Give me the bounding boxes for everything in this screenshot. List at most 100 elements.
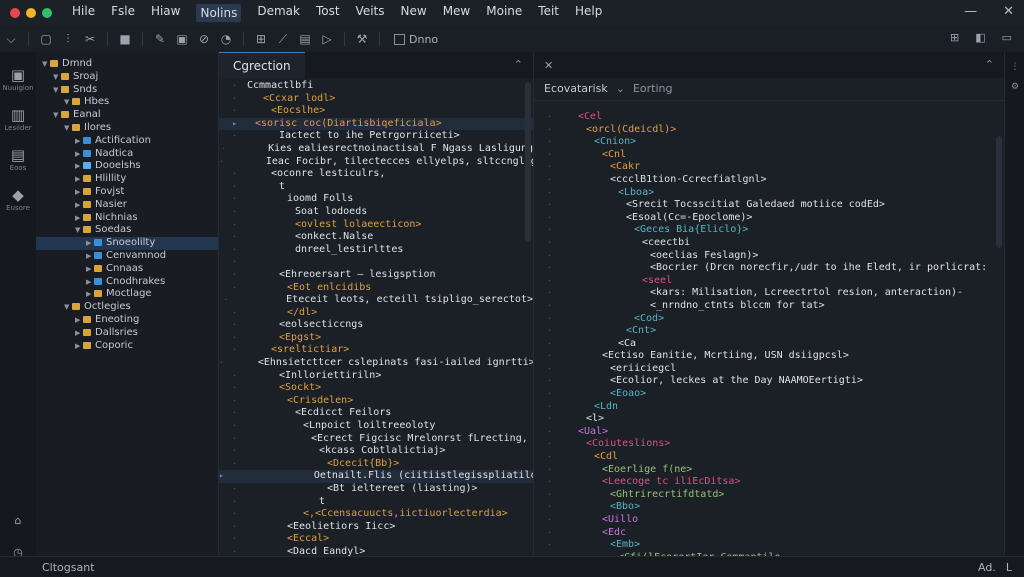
code-line[interactable]: · <Epgst> <box>219 332 533 345</box>
tree-item[interactable]: ▼ Sroaj <box>36 71 218 84</box>
tree-item[interactable]: ▼ Snds <box>36 84 218 97</box>
close-icon[interactable]: ✕ <box>1003 4 1014 19</box>
chevron-right-icon[interactable]: ▶ <box>86 263 94 276</box>
chevron-right-icon[interactable]: ▶ <box>75 135 83 148</box>
code-line[interactable]: · <Cakr <box>534 161 1004 174</box>
code-line[interactable]: · <Ectiso Eanitie, Mcrtiing, USN dsiigpcs… <box>534 350 1004 363</box>
code-view-right[interactable]: · <Cel · <orcl(Cdeicdl)> · <Cnion> · <Cnl · <Cakr… <box>534 101 1004 556</box>
chevron-right-icon[interactable]: ▶ <box>75 186 83 199</box>
tree-item[interactable]: ▶ Fovjst <box>36 186 218 199</box>
code-line[interactable]: · <kcass Cobtlalictiaj> <box>219 445 533 458</box>
tree-item[interactable]: ▶ Actification <box>36 135 218 148</box>
account-icon[interactable]: ⌂ <box>0 514 36 527</box>
minimize-icon[interactable]: — <box>964 4 977 19</box>
code-line[interactable]: · <Uillo <box>534 514 1004 527</box>
tree-item[interactable]: ▼ Dmnd <box>36 58 218 71</box>
tree-item[interactable]: ▶ Dallsries <box>36 327 218 340</box>
chevron-right-icon[interactable]: ▶ <box>75 314 83 327</box>
breadcrumb-item[interactable]: Ecovatarisk <box>544 78 608 100</box>
code-line[interactable]: · <Edc <box>534 527 1004 540</box>
pane-menu-icon[interactable]: ⌃ <box>514 58 523 71</box>
code-line[interactable]: · <Cdl <box>534 451 1004 464</box>
menu-item[interactable]: Hiaw <box>151 4 181 22</box>
menu-item[interactable]: Fsle <box>111 4 135 22</box>
chevron-down-icon[interactable]: ▼ <box>64 96 72 109</box>
bookmark-icon[interactable]: ■ <box>114 32 136 46</box>
code-line[interactable]: · t <box>219 181 533 194</box>
chevron-down-icon[interactable]: ▼ <box>64 301 72 314</box>
chevron-down-icon[interactable]: ▼ <box>53 71 61 84</box>
menu-item[interactable]: Hile <box>72 4 95 22</box>
tab-close-icon[interactable]: ✕ <box>534 59 553 72</box>
code-line[interactable]: · <Bocrier (Drcn norecfir,/udr to ihe Ele… <box>534 262 1004 275</box>
code-line[interactable]: · <ccclB1tion-Ccrecfiatlgnl> <box>534 174 1004 187</box>
status-item[interactable]: L <box>1006 561 1012 574</box>
code-line[interactable]: · <Srecit Tocsscitiat Galedaed motiice co… <box>534 199 1004 212</box>
code-line[interactable]: · <ovlest lolaeecticon> <box>219 219 533 232</box>
code-line[interactable]: · <Cnion> <box>534 136 1004 149</box>
collapse-icon[interactable]: ⌵ <box>0 32 22 47</box>
code-line[interactable]: · <eriiciegcl <box>534 363 1004 376</box>
code-line[interactable]: · <Eccal> <box>219 533 533 546</box>
compass-icon[interactable]: ⊘ <box>193 32 215 46</box>
code-line[interactable]: · <Eot enlcidibs <box>219 282 533 295</box>
edit-icon[interactable]: ✎ <box>149 32 171 46</box>
tools-icon[interactable]: ✂ <box>79 32 101 46</box>
menu-item[interactable]: Tost <box>316 4 340 22</box>
tree-item[interactable]: ▶ Hlillity <box>36 173 218 186</box>
menu-item[interactable]: Moine <box>486 4 522 22</box>
grid-icon[interactable]: ⊞ <box>950 31 959 44</box>
code-line[interactable]: · <kars: Milisation, Lcreectrtol resion, … <box>534 287 1004 300</box>
code-line[interactable]: · <Esoal(Cc=-Epoclome)> <box>534 212 1004 225</box>
code-line[interactable]: ▸ <sorisc coc(Diartisbiqeficiala> <box>219 117 533 131</box>
code-line[interactable]: · <box>219 256 533 269</box>
chevron-down-icon[interactable]: ⌄ <box>616 78 625 100</box>
activity-item[interactable]: ◆ Eusore <box>0 186 36 212</box>
pin-icon[interactable]: ◧ <box>975 31 985 44</box>
tree-item[interactable]: ▼ Hbes <box>36 96 218 109</box>
wrench-icon[interactable]: ⚒ <box>351 32 373 46</box>
tree-item[interactable]: ▶ Snoeolilty <box>36 237 218 250</box>
editor-tab[interactable]: Cgrection <box>219 52 305 79</box>
layers-icon[interactable]: ⊞ <box>250 32 272 46</box>
chevron-right-icon[interactable]: ▶ <box>75 148 83 161</box>
code-line[interactable]: · ioomd Folls <box>219 193 533 206</box>
code-line[interactable]: · <Cod> <box>534 313 1004 326</box>
code-line[interactable]: · <Bbo> <box>534 501 1004 514</box>
code-line[interactable]: · Ieac Focibr, tilectecces ellyelps, sltc… <box>219 156 533 169</box>
tree-item[interactable]: ▼ Ilores <box>36 122 218 135</box>
tree-item[interactable]: ▶ Nadtica <box>36 148 218 161</box>
code-line[interactable]: · dnreel_lestirlttes <box>219 244 533 257</box>
code-line[interactable]: · <Eeolietiors Iicc> <box>219 521 533 534</box>
code-line[interactable]: · <Ghtrirecrtifdtatd> <box>534 489 1004 502</box>
activity-item[interactable]: ▤ Eoos <box>0 146 36 172</box>
tree-item[interactable]: ▶ Coporic <box>36 340 218 353</box>
code-line[interactable]: · <Ccxar lodl> <box>219 93 533 106</box>
code-line[interactable]: · <,<Ccensacuucts,iictiuorlecterdia> <box>219 508 533 521</box>
code-line[interactable]: · <Ehreoersart — lesigsption <box>219 269 533 282</box>
chevron-down-icon[interactable]: ▼ <box>53 109 61 122</box>
chevron-down-icon[interactable]: ▼ <box>53 84 61 97</box>
menu-item[interactable]: Veits <box>356 4 385 22</box>
code-line[interactable]: · <Eoao> <box>534 388 1004 401</box>
window-dot[interactable] <box>42 8 52 18</box>
code-line[interactable]: · <l> <box>534 413 1004 426</box>
gauge-icon[interactable]: ◔ <box>215 32 237 46</box>
lock-icon[interactable]: ▤ <box>294 32 316 46</box>
code-line[interactable]: · Ccmmactlbfi <box>219 80 533 93</box>
code-line[interactable]: · <onkect.Nalse <box>219 231 533 244</box>
code-line[interactable]: · <Ehnsietcttcer cslepinats fasi-iailed i… <box>219 357 533 370</box>
code-line[interactable]: · <Dacd Eandyl> <box>219 546 533 556</box>
scrollbar[interactable] <box>525 82 531 242</box>
chevron-right-icon[interactable]: ▶ <box>75 160 83 173</box>
panel-icon[interactable]: ▭ <box>1002 31 1012 44</box>
window-dot[interactable] <box>26 8 36 18</box>
activity-item[interactable]: ▣ Nuuigion <box>0 66 36 92</box>
tree-item[interactable]: ▶ Eneoting <box>36 314 218 327</box>
chevron-down-icon[interactable]: ▼ <box>75 224 83 237</box>
outline-icon[interactable]: ⋮ <box>1005 62 1024 72</box>
code-line[interactable]: · <Cel <box>534 111 1004 124</box>
code-line[interactable]: · <Sockt> <box>219 382 533 395</box>
status-item[interactable]: Ad. <box>978 561 996 574</box>
tree-item[interactable]: ▼ Octlegies <box>36 301 218 314</box>
